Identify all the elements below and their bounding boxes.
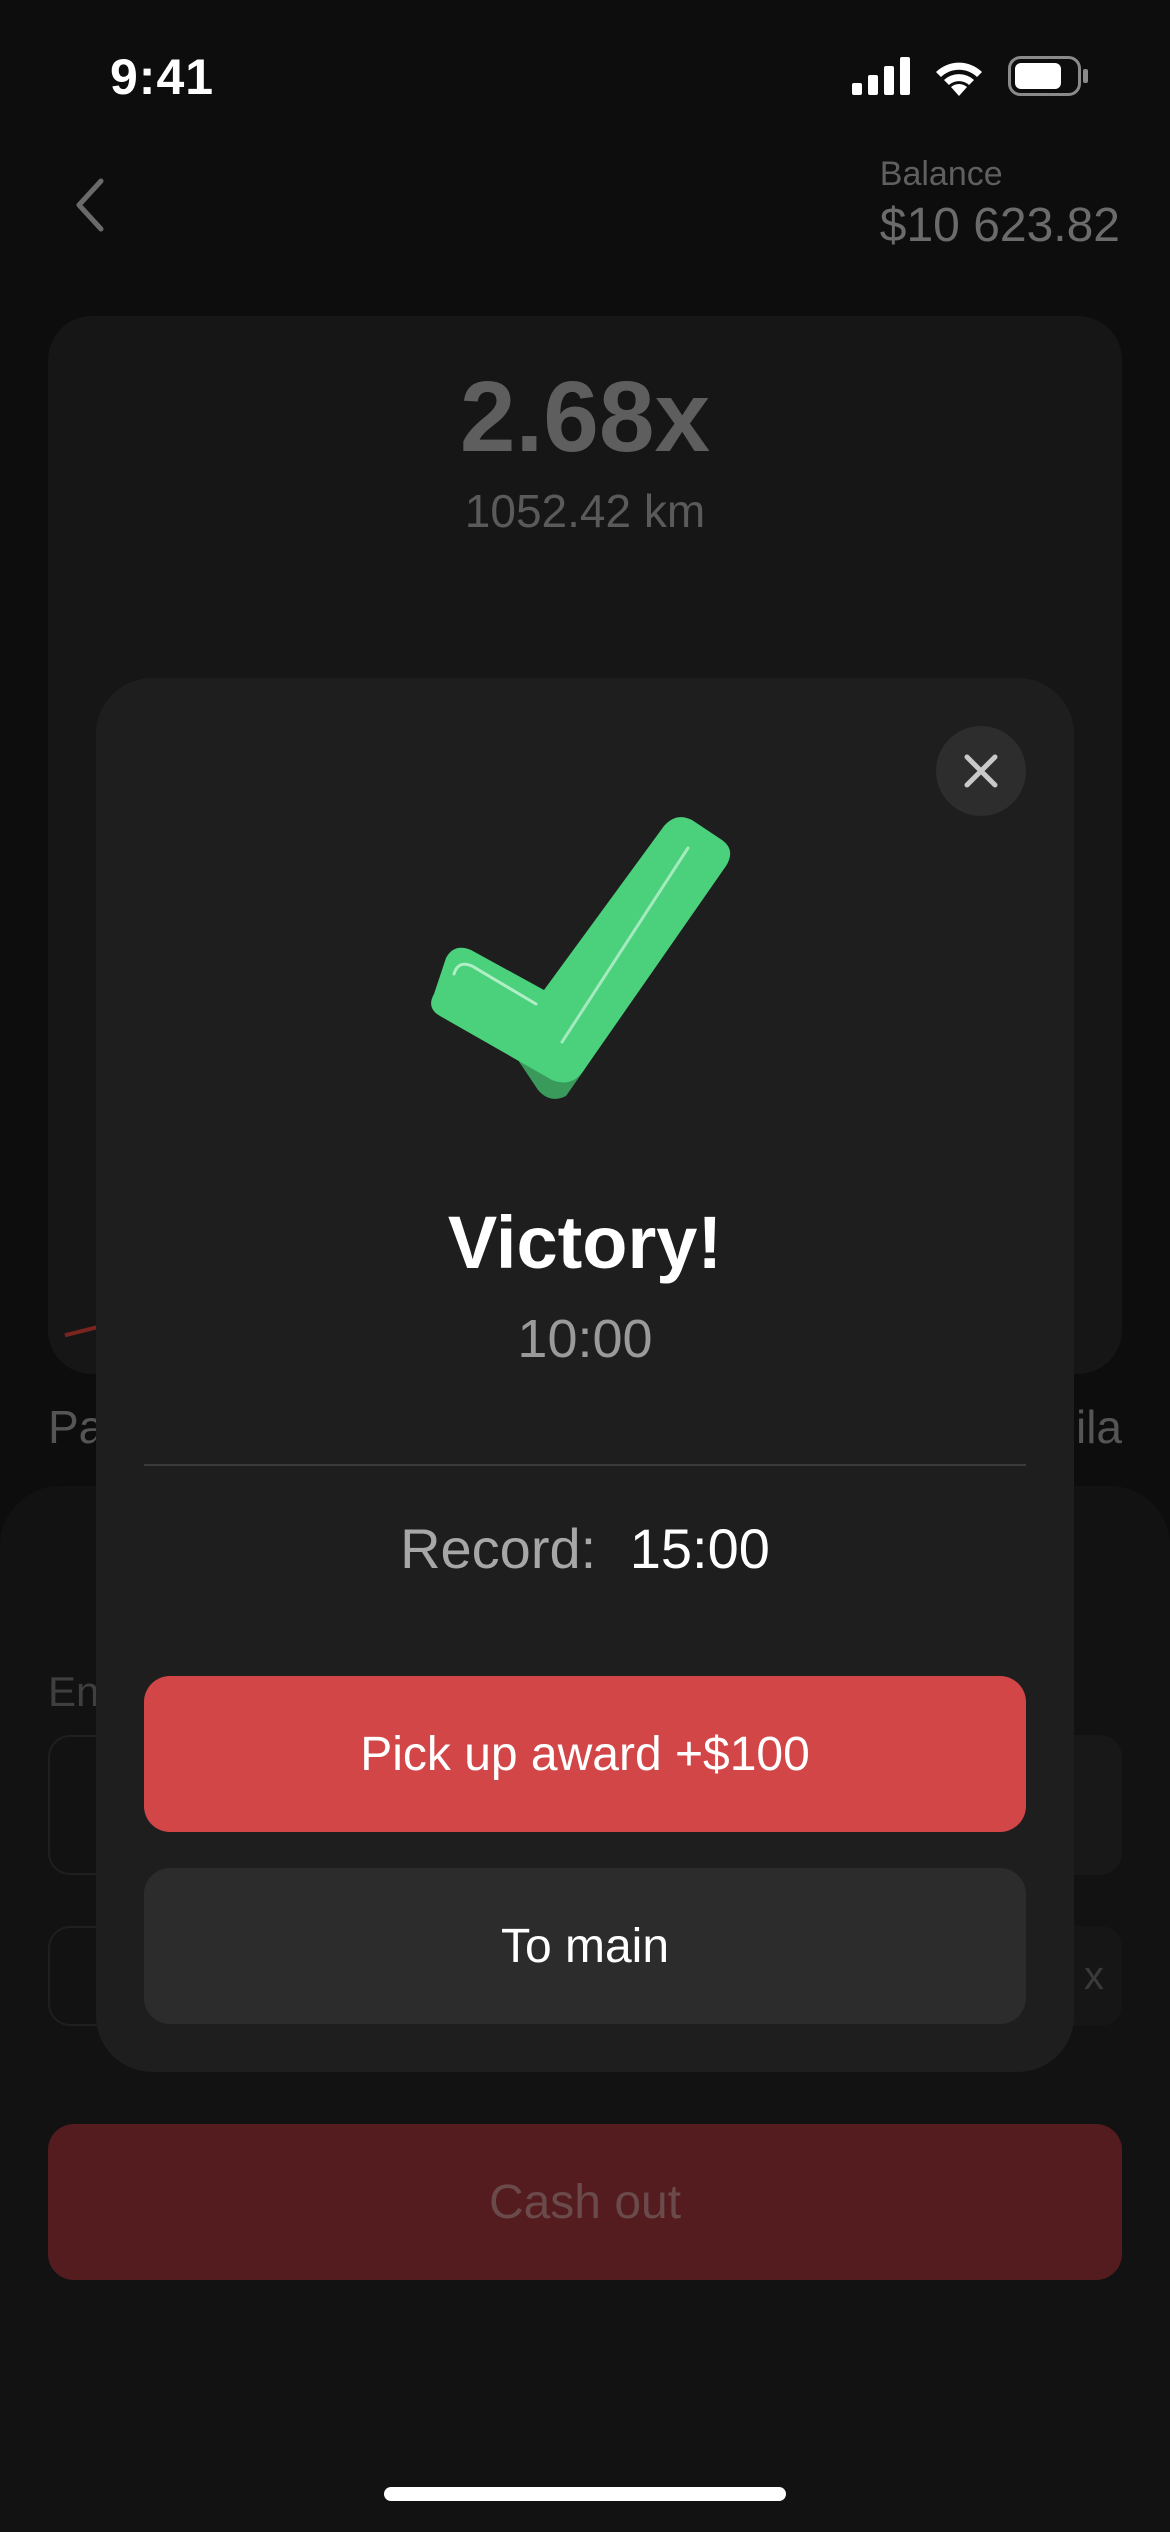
cash-out-button[interactable]: Cash out [48,2124,1122,2280]
modal-title: Victory! [447,1201,723,1284]
home-indicator[interactable] [384,2487,786,2501]
distance-value: 1052.42 km [464,485,706,537]
divider [144,1464,1026,1466]
close-icon [964,754,998,788]
back-button[interactable] [50,170,130,240]
status-bar: 9:41 [0,0,1170,150]
balance-value: $10 623.82 [879,199,1120,252]
wifi-icon [932,56,986,101]
balance: Balance $10 623.82 [880,155,1120,253]
status-icons [852,56,1090,101]
chevron-left-icon [76,178,104,232]
record-value: 15:00 [629,1517,770,1580]
victory-modal: Victory! 10:00 Record: 15:00 Pick up awa… [96,678,1074,2072]
cellular-signal-icon [852,57,910,100]
bet-chip-right-label: x [1084,1953,1104,1998]
pick-up-award-button[interactable]: Pick up award +$100 [144,1676,1026,1832]
bg-label-right: ila [1075,1401,1122,1453]
to-main-button[interactable]: To main [144,1868,1026,2024]
balance-label: Balance [879,155,1003,193]
result-time: 10:00 [517,1309,653,1369]
checkmark-icon [431,817,731,1099]
record-row: Record: 15:00 [96,1516,1074,1581]
multiplier-value: 2.68x [459,361,711,473]
bet-input-label: En [48,1668,100,1715]
record-label: Record: [400,1517,597,1580]
status-time: 9:41 [110,49,215,105]
close-button[interactable] [936,726,1026,816]
battery-icon [1008,56,1090,101]
game-result-screen: 9:41 Balance $10 623.82 2.68x 1052.42 km… [0,0,1170,2532]
